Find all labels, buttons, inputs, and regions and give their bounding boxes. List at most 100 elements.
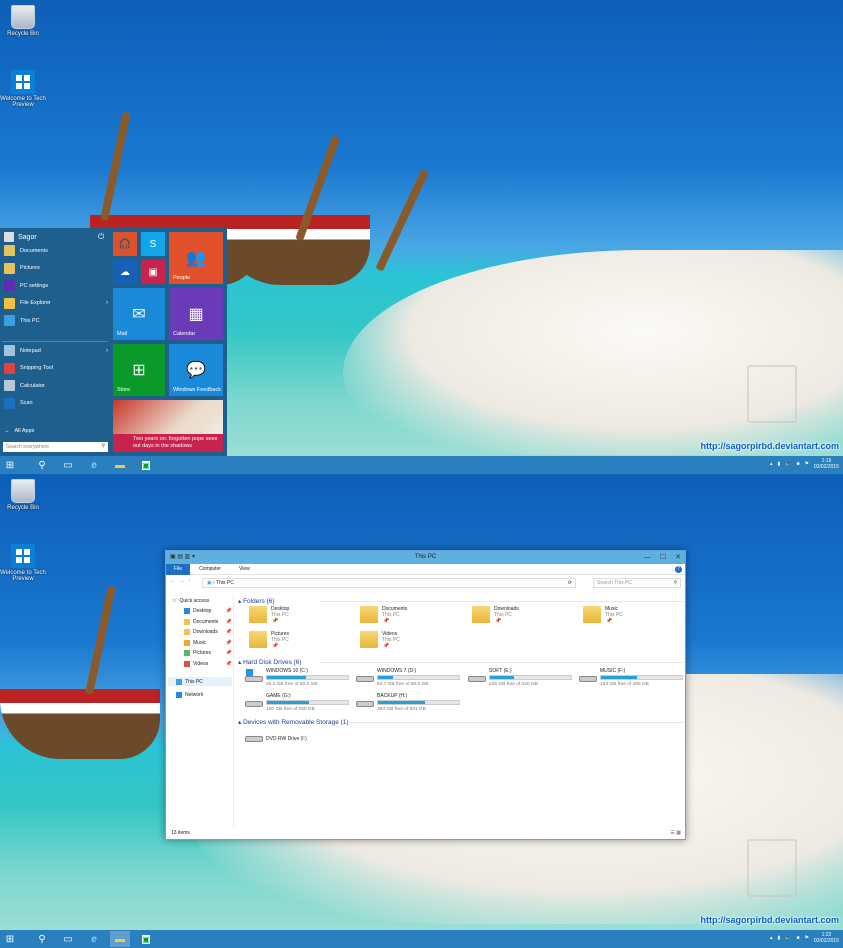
action-center-flag-icon[interactable]: ⚑ [804, 461, 808, 467]
address-bar[interactable]: ▣ › This PC ⟳ [202, 578, 576, 588]
start-item-pictures[interactable]: Pictures [4, 262, 108, 274]
file-explorer-button[interactable]: ▬ [110, 931, 130, 947]
nav-pictures[interactable]: Pictures 📌 [184, 650, 232, 656]
start-item-scan[interactable]: Scan [4, 397, 108, 409]
tile-music[interactable]: 🎧 [113, 232, 137, 256]
nav-downloads[interactable]: Downloads 📌 [184, 629, 232, 635]
action-center-flag-icon[interactable]: ⚑ [804, 935, 808, 941]
internet-explorer-button[interactable]: e [84, 457, 104, 473]
start-search-input[interactable]: Search everywhere ⚲ [3, 442, 108, 452]
network-icon[interactable]: ▮ [777, 461, 780, 467]
start-button[interactable]: ⊞ [0, 457, 20, 473]
drive-h[interactable]: BACKUP (H:) 394 GB free of 931 GB [355, 693, 465, 715]
desktop-icon-recycle-bin[interactable]: Recycle Bin [0, 5, 46, 37]
store-button[interactable]: ▣ [136, 457, 156, 473]
all-apps-button[interactable]: → All Apps [4, 428, 108, 434]
tile-people[interactable]: 👥 People [169, 232, 223, 284]
drive-f[interactable]: MUSIC (F:) 153 GB free of 280 GB [578, 668, 688, 690]
power-button[interactable]: ⏻ [98, 232, 104, 242]
desktop-icon-welcome[interactable]: Welcome to Tech Preview [0, 544, 46, 582]
start-item-file-explorer[interactable]: File Explorer › [4, 297, 108, 309]
security-icon[interactable]: ■ [796, 461, 799, 467]
group-removable-storage[interactable]: ▴ Devices with Removable Storage (1) [238, 718, 683, 726]
nav-this-pc[interactable]: This PC [168, 677, 232, 686]
task-view-button[interactable]: ▭ [58, 931, 78, 947]
drive-usage-fill [378, 701, 425, 704]
minimize-button[interactable]: — [644, 551, 651, 564]
volume-icon[interactable]: 🔈 [785, 461, 791, 467]
tile-skype[interactable]: S [141, 232, 165, 256]
file-explorer-button[interactable]: ▬ [110, 457, 130, 473]
security-icon[interactable]: ■ [796, 935, 799, 941]
pin-icon: 📌 [225, 608, 232, 614]
maximize-button[interactable]: ☐ [660, 551, 666, 564]
nav-quick-access[interactable]: ☆ Quick access [172, 598, 236, 604]
nav-desktop[interactable]: Desktop 📌 [184, 608, 232, 614]
folder-videos[interactable]: Videos This PC 📌 [355, 630, 460, 652]
network-icon[interactable]: ▮ [777, 935, 780, 941]
nav-videos[interactable]: Videos 📌 [184, 660, 232, 667]
pin-icon: 📌 [225, 650, 232, 656]
nav-documents[interactable]: Documents 📌 [184, 618, 232, 625]
drive-d[interactable]: WINDOWS 7 (D:) 64.7 GB free of 80.0 GB [355, 668, 465, 690]
tile-onedrive[interactable]: ☁ [113, 260, 137, 284]
quick-access-toolbar[interactable]: ▣ ▤ ▥ ▾ [170, 551, 195, 564]
nav-network[interactable]: Network [176, 692, 240, 698]
nav-music[interactable]: Music 📌 [184, 639, 232, 646]
folder-music[interactable]: Music This PC 📌 [578, 605, 683, 627]
group-folders[interactable]: ▴ Folders (6) [238, 597, 683, 605]
folder-pictures[interactable]: Pictures This PC 📌 [244, 630, 349, 652]
drive-g[interactable]: GAME (G:) 120 GB free of 250 GB [244, 693, 354, 715]
internet-explorer-button[interactable]: e [84, 931, 104, 947]
tile-windows-feedback[interactable]: 💬 Windows Feedback [169, 344, 223, 396]
show-hidden-icons-button[interactable]: ▴ [770, 461, 773, 467]
task-view-button[interactable]: ▭ [58, 457, 78, 473]
nav-buttons[interactable]: ←→↑ [170, 578, 194, 584]
drive-c[interactable]: WINDOWS 10 (C:) 26.2 GB free of 50.0 GB [244, 668, 354, 690]
view-toggle[interactable]: ☰ ▦ [670, 830, 681, 836]
start-item-notepad[interactable]: Notepad › [4, 345, 108, 356]
user-account[interactable]: Sagor [4, 232, 37, 242]
tab-computer[interactable]: Computer [190, 566, 230, 572]
folder-documents[interactable]: Documents This PC 📌 [355, 605, 460, 627]
tile-calendar[interactable]: ▦ Calendar [169, 288, 223, 340]
start-item-snipping-tool[interactable]: Snipping Tool [4, 362, 108, 374]
search-input[interactable]: Search This PC ⚲ [593, 578, 681, 588]
clock[interactable]: 1:19 02/02/2015 [814, 458, 839, 470]
desktop-icon-recycle-bin[interactable]: Recycle Bin [0, 479, 46, 511]
volume-icon[interactable]: 🔈 [785, 935, 791, 941]
tab-view[interactable]: View [230, 566, 259, 572]
tab-file[interactable]: File [166, 563, 191, 575]
drive-dvd[interactable]: DVD RW Drive (I:) [244, 728, 354, 750]
tile-mail[interactable]: ✉ Mail [113, 288, 165, 340]
start-item-documents[interactable]: Documents [4, 245, 108, 256]
news-tile[interactable]: Two years on: forgotten pope sees out da… [113, 400, 223, 452]
help-icon[interactable]: ? [675, 566, 682, 573]
chevron-right-icon: › [106, 300, 108, 306]
start-item-this-pc[interactable]: This PC [4, 315, 108, 326]
folder-desktop[interactable]: Desktop This PC 📌 [244, 605, 349, 627]
start-button[interactable]: ⊞ [0, 931, 20, 947]
title-bar[interactable]: ▣ ▤ ▥ ▾ This PC — ☐ ✕ [166, 551, 685, 564]
tile-store[interactable]: ⊞ Store [113, 344, 165, 396]
content-pane: ▴ Folders (6) ▴ Hard Disk Drives (6) ▴ D… [238, 595, 683, 827]
show-hidden-icons-button[interactable]: ▴ [770, 935, 773, 941]
start-item-calculator[interactable]: Calculator [4, 380, 108, 391]
search-button[interactable]: ⚲ [32, 931, 52, 947]
group-hard-disk-drives[interactable]: ▴ Hard Disk Drives (6) [238, 658, 683, 666]
refresh-icon[interactable]: ⟳ [568, 579, 572, 588]
drive-e[interactable]: SOFT (E:) 225 GB free of 320 GB [467, 668, 577, 690]
drive-free-space: 120 GB free of 250 GB [266, 707, 315, 712]
search-button[interactable]: ⚲ [32, 457, 52, 473]
nav-label: Quick access [179, 598, 210, 604]
store-button[interactable]: ▣ [136, 931, 156, 947]
start-item-pc-settings[interactable]: PC settings [4, 280, 108, 291]
ribbon-tabs: File Computer View ? [166, 563, 685, 575]
close-button[interactable]: ✕ [675, 551, 681, 564]
search-placeholder: Search everywhere [6, 444, 50, 450]
task-view-icon: ▭ [63, 933, 73, 945]
desktop-icon-welcome[interactable]: Welcome to Tech Preview [0, 70, 46, 108]
folder-downloads[interactable]: Downloads This PC 📌 [467, 605, 572, 627]
clock[interactable]: 1:22 02/02/2015 [814, 932, 839, 944]
tile-video[interactable]: ▣ [141, 260, 165, 284]
